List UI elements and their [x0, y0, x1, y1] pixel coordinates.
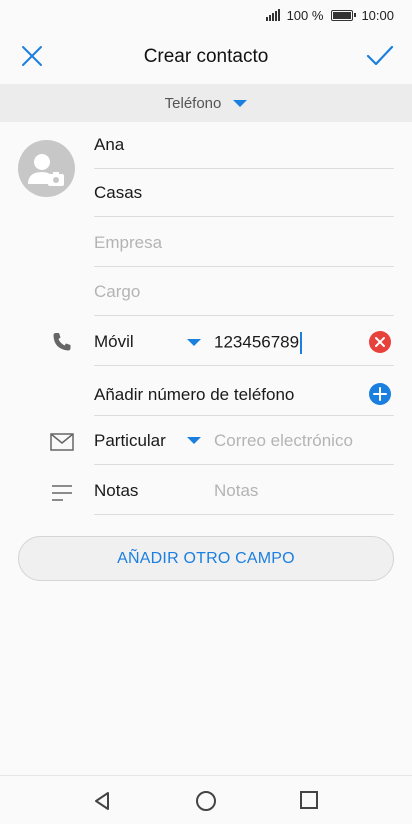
add-another-field-label: AÑADIR OTRO CAMPO	[117, 549, 295, 567]
storage-label: Teléfono	[164, 94, 222, 112]
notes-icon	[52, 485, 72, 501]
add-photo-avatar[interactable]	[18, 140, 75, 197]
mail-icon	[50, 433, 74, 451]
navigation-bar	[0, 775, 412, 824]
app-header: Crear contacto	[0, 30, 412, 84]
chevron-down-icon[interactable]	[187, 437, 201, 444]
close-icon[interactable]	[20, 44, 44, 68]
clear-phone-button[interactable]	[369, 331, 391, 353]
phone-number-input[interactable]: 123456789	[214, 332, 302, 354]
text-cursor	[300, 332, 302, 354]
storage-selector[interactable]: Teléfono	[0, 84, 412, 122]
add-another-field-button[interactable]: AÑADIR OTRO CAMPO	[18, 536, 394, 581]
battery-percent: 100 %	[286, 7, 324, 23]
check-icon[interactable]	[366, 43, 394, 69]
divider	[94, 415, 394, 416]
notes-label: Notas	[94, 481, 139, 500]
add-icon	[373, 387, 387, 401]
email-input[interactable]: Correo electrónico	[214, 431, 353, 451]
status-bar: 100 % 10:00	[0, 0, 412, 30]
camera-icon	[28, 154, 64, 186]
email-type-selector[interactable]: Particular	[94, 431, 166, 451]
company-field[interactable]: Empresa	[94, 219, 394, 267]
job-title-placeholder: Cargo	[94, 281, 141, 301]
clock: 10:00	[361, 7, 394, 23]
first-name-field[interactable]: Ana	[94, 121, 394, 169]
phone-type-selector[interactable]: Móvil	[94, 332, 134, 352]
add-phone-label[interactable]: Añadir número de teléfono	[94, 385, 294, 405]
page-title: Crear contacto	[143, 46, 269, 67]
add-phone-button[interactable]	[369, 383, 391, 405]
clear-icon	[375, 337, 385, 347]
chevron-down-icon	[233, 99, 248, 107]
chevron-down-icon[interactable]	[187, 339, 201, 346]
company-placeholder: Empresa	[94, 232, 163, 252]
divider	[94, 365, 394, 366]
last-name-field[interactable]: Casas	[94, 169, 394, 217]
notes-input[interactable]: Notas	[214, 481, 258, 501]
job-title-field[interactable]: Cargo	[94, 268, 394, 316]
home-icon[interactable]	[196, 791, 216, 811]
recents-icon[interactable]	[300, 791, 318, 809]
first-name-value: Ana	[94, 134, 125, 154]
signal-icon	[265, 9, 280, 21]
divider	[94, 464, 394, 465]
last-name-value: Casas	[94, 182, 143, 202]
divider	[94, 514, 394, 515]
phone-icon	[53, 333, 71, 351]
phone-number-value: 123456789	[214, 332, 300, 352]
battery-icon	[331, 9, 357, 21]
back-icon[interactable]	[92, 791, 112, 811]
